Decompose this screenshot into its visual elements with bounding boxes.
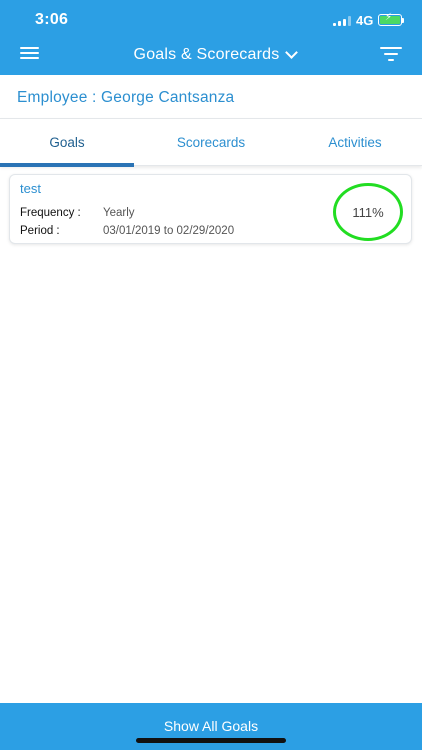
signal-icon [333,16,351,26]
tab-goals[interactable]: Goals [0,119,134,166]
battery-icon: ⚡ [378,12,402,26]
employee-name: Employee : George Cantsanza [17,89,235,106]
battery-tip [402,18,404,23]
status-bar: 3:06 4G ⚡ [0,0,422,38]
chevron-down-icon [285,46,299,59]
frequency-label: Frequency : [20,207,81,219]
achievement-circle: 111% [333,183,403,241]
network-type: 4G [356,13,374,28]
menu-icon[interactable] [20,47,40,61]
period-label: Period : [20,225,60,237]
goal-name: test [20,181,41,196]
section-dropdown[interactable]: Goals & Scorecards [120,44,310,66]
tab-scorecards[interactable]: Scorecards [144,119,278,166]
period-value: 03/01/2019 to 02/29/2020 [103,225,235,237]
filter-icon[interactable] [380,46,402,62]
app-header: 3:06 4G ⚡ Goals & Scorecards [0,0,422,75]
status-time: 3:06 [35,11,69,28]
header-title: Goals & Scorecards [133,46,280,63]
tab-activities[interactable]: Activities [288,119,422,166]
goal-card[interactable]: test Frequency : Yearly Period : 03/01/201… [9,174,412,244]
tab-bar: Goals Scorecards Activities [0,118,422,167]
goal-period-row: Period : 03/01/2019 to 02/29/2020 [20,225,234,237]
home-indicator[interactable] [136,738,286,743]
goal-frequency-row: Frequency : Yearly [20,207,135,219]
frequency-value: Yearly [103,207,135,219]
active-tab-indicator [0,163,134,167]
